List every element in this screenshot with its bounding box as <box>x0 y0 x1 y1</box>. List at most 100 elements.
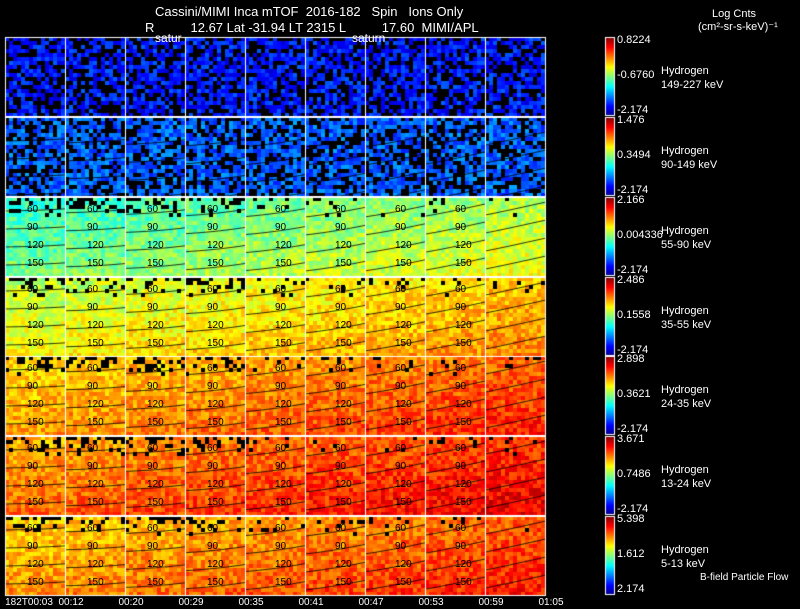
contour-label: 120 <box>335 559 352 570</box>
row-species-label: Hydrogen <box>661 65 709 77</box>
plot-title: Cassini/MIMI Inca mTOF 2016-182 Spin Ion… <box>155 4 464 19</box>
contour-label: 120 <box>207 399 224 410</box>
contour-label: 120 <box>27 240 44 251</box>
contour-label: 120 <box>395 479 412 490</box>
contour-label: 90 <box>395 381 407 392</box>
contour-label: 150 <box>87 577 104 588</box>
contour-label: 90 <box>455 222 467 233</box>
contour-label: 90 <box>395 541 407 552</box>
contour-label: 150 <box>147 577 164 588</box>
contour-label: 60 <box>455 443 467 454</box>
contour-label: 90 <box>207 302 219 313</box>
colorbar-min: 2.174 <box>617 583 645 595</box>
contour-label: 90 <box>275 381 287 392</box>
contour-label: 150 <box>455 417 472 428</box>
contour-label: 120 <box>335 399 352 410</box>
row-species-label: Hydrogen <box>661 464 709 476</box>
colorbar-max: 2.898 <box>617 353 645 365</box>
contour-label: 60 <box>335 523 347 534</box>
contour-label: 90 <box>87 222 99 233</box>
contour-label: 120 <box>27 479 44 490</box>
contour-label: 60 <box>207 204 219 215</box>
contour-label: 120 <box>27 559 44 570</box>
contour-label: 120 <box>87 320 104 331</box>
contour-label: 150 <box>275 577 292 588</box>
contour-label: 150 <box>147 417 164 428</box>
contour-label: 120 <box>87 240 104 251</box>
contour-label: 90 <box>335 461 347 472</box>
contour-label: 90 <box>207 381 219 392</box>
contour-label: 60 <box>335 204 347 215</box>
row-energy-label: 13-24 keV <box>661 478 712 490</box>
contour-label: 90 <box>27 461 39 472</box>
contour-label: 60 <box>147 284 159 295</box>
contour-label: 150 <box>395 577 412 588</box>
contour-label: 150 <box>27 577 44 588</box>
contour-label: 150 <box>87 417 104 428</box>
contour-label: 90 <box>275 302 287 313</box>
contour-label: 90 <box>87 302 99 313</box>
contour-label: 60 <box>275 363 287 374</box>
contour-label: 90 <box>147 222 159 233</box>
contour-label: 120 <box>275 240 292 251</box>
contour-label: 120 <box>395 240 412 251</box>
row-energy-label: 35-55 keV <box>661 319 712 331</box>
contour-label: 120 <box>335 479 352 490</box>
contour-label: 90 <box>147 541 159 552</box>
contour-label: 60 <box>395 204 407 215</box>
contour-label: 60 <box>147 363 159 374</box>
contour-label: 150 <box>335 417 352 428</box>
contour-label: 90 <box>207 541 219 552</box>
contour-label: 120 <box>27 320 44 331</box>
contour-label: 60 <box>335 443 347 454</box>
contour-label: 120 <box>87 479 104 490</box>
contour-label: 90 <box>275 541 287 552</box>
contour-label: 150 <box>147 338 164 349</box>
contour-label: 150 <box>335 338 352 349</box>
contour-label: 150 <box>395 497 412 508</box>
colorbar-mid: 0.1558 <box>617 309 651 321</box>
contour-label: 150 <box>207 417 224 428</box>
contour-label: 60 <box>27 523 39 534</box>
contour-label: 60 <box>27 204 39 215</box>
contour-label: 150 <box>455 577 472 588</box>
contour-label: 60 <box>207 284 219 295</box>
contour-label: 150 <box>147 497 164 508</box>
contour-label: 60 <box>275 443 287 454</box>
contour-label: 120 <box>147 399 164 410</box>
contour-label: 150 <box>275 497 292 508</box>
saturn-label-left: satur <box>155 31 182 45</box>
contour-label: 90 <box>27 222 39 233</box>
contour-label: 60 <box>87 443 99 454</box>
contour-label: 150 <box>27 338 44 349</box>
colorbar-mid: -0.6760 <box>617 69 655 81</box>
contour-label: 90 <box>455 302 467 313</box>
contour-label: 60 <box>87 363 99 374</box>
contour-label: 60 <box>455 523 467 534</box>
saturn-label-mid: saturn <box>352 31 386 45</box>
x-tick-label: 00:59 <box>478 597 504 608</box>
x-tick-label: 00:41 <box>298 597 324 608</box>
contour-label: 90 <box>395 302 407 313</box>
contour-label: 60 <box>87 523 99 534</box>
contour-label: 120 <box>275 559 292 570</box>
contour-label: 90 <box>395 461 407 472</box>
contour-label: 60 <box>27 363 39 374</box>
contour-label: 150 <box>87 497 104 508</box>
colorbar-mid: 0.3621 <box>617 388 651 400</box>
contour-label: 120 <box>87 399 104 410</box>
row-energy-label: 55-90 keV <box>661 239 712 251</box>
x-tick-label: 01:05 <box>538 597 564 608</box>
contour-label: 90 <box>275 222 287 233</box>
contour-label: 120 <box>395 320 412 331</box>
contour-label: 90 <box>335 541 347 552</box>
contour-label: 120 <box>207 320 224 331</box>
contour-label: 60 <box>147 523 159 534</box>
colorbar-title: Log Cnts <box>712 8 757 20</box>
colorbar-mid: 0.3494 <box>617 149 651 161</box>
contour-label: 60 <box>275 204 287 215</box>
contour-label: 60 <box>455 363 467 374</box>
row-energy-label: 149-227 keV <box>661 79 724 91</box>
contour-label: 150 <box>27 258 44 269</box>
contour-label: 150 <box>87 258 104 269</box>
